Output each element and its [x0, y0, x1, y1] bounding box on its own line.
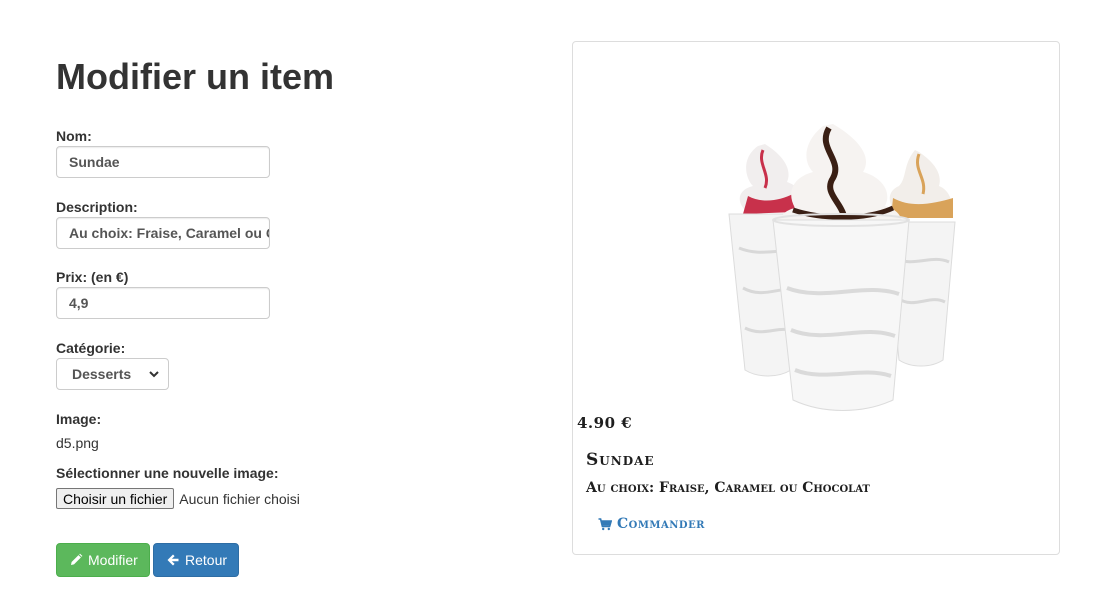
name-label: Nom: [56, 128, 92, 144]
order-link-label: Commander [617, 516, 705, 532]
description-input[interactable]: Au choix: Fraise, Caramel ou Chocolat [56, 217, 270, 249]
order-link[interactable]: Commander [598, 516, 705, 532]
modify-button-label: Modifier [88, 552, 138, 568]
category-select[interactable]: Desserts [56, 358, 169, 390]
pencil-icon [71, 553, 83, 565]
modify-button[interactable]: Modifier [56, 543, 150, 577]
description-label: Description: [56, 199, 138, 215]
file-status: Aucun fichier choisi [179, 490, 300, 507]
choose-file-button[interactable]: Choisir un fichier [56, 488, 175, 509]
preview-description: Au choix: Fraise, Caramel ou Chocolat [586, 480, 870, 496]
page-title: Modifier un item [56, 56, 334, 97]
image-label: Image: [56, 411, 102, 427]
preview-name: Sundae [586, 450, 655, 470]
image-filename: d5.png [56, 435, 99, 451]
name-input[interactable]: Sundae [56, 146, 270, 178]
price-label: Prix: (en €) [56, 269, 129, 285]
new-image-label: Sélectionner une nouvelle image: [56, 465, 279, 481]
preview-price: 4.90 € [577, 414, 633, 432]
category-selected-value: Desserts [72, 366, 132, 382]
back-button[interactable]: Retour [153, 543, 240, 577]
back-button-label: Retour [185, 552, 228, 568]
product-image [728, 124, 956, 411]
shopping-cart-icon [598, 517, 612, 530]
file-input: Choisir un fichier Aucun fichier choisi [56, 488, 300, 509]
price-input[interactable]: 4,9 [56, 287, 270, 319]
arrow-left-icon [167, 554, 179, 566]
category-label: Catégorie: [56, 340, 126, 356]
chevron-down-icon [149, 371, 159, 378]
item-preview-card: 4.90 € Sundae Au choix: Fraise, Caramel … [572, 41, 1060, 555]
